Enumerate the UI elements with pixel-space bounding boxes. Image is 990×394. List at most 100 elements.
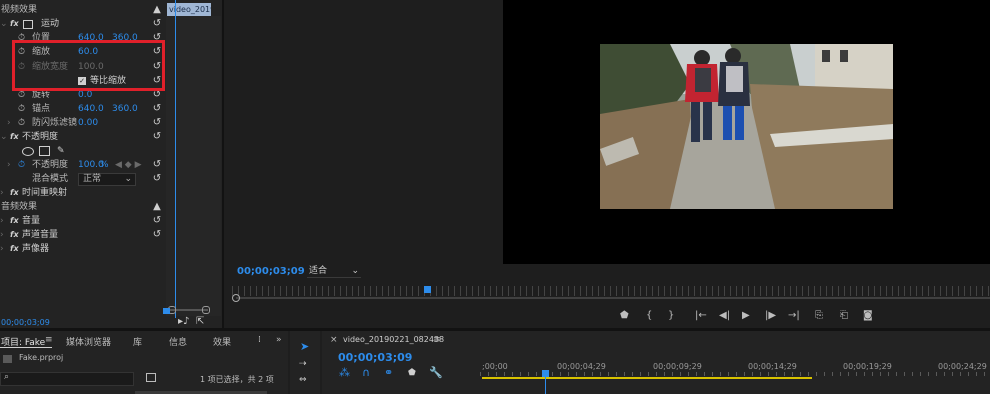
step-forward-icon[interactable]: |▶ bbox=[765, 310, 776, 322]
monitor-ruler[interactable] bbox=[232, 286, 990, 296]
fx-badge-disabled: fx bbox=[10, 188, 19, 197]
rectangle-mask-icon[interactable] bbox=[39, 146, 50, 156]
magnet-icon[interactable]: ∩ bbox=[362, 367, 370, 379]
new-bin-icon[interactable] bbox=[146, 373, 156, 382]
monitor-zoom-handle[interactable] bbox=[232, 294, 240, 302]
step-back-icon[interactable]: ◀| bbox=[719, 310, 730, 322]
anchor-y-value[interactable]: 360.0 bbox=[112, 102, 138, 116]
motion-row[interactable]: ⌄ fx 运动 ↺ bbox=[0, 17, 165, 31]
close-sequence-icon[interactable]: × bbox=[330, 335, 338, 345]
mark-in-icon[interactable]: { bbox=[646, 310, 652, 322]
stopwatch-icon[interactable]: ⏱ bbox=[18, 158, 25, 172]
insert-icon[interactable]: ⎘ bbox=[815, 310, 823, 322]
tab-libraries[interactable]: 库 bbox=[133, 335, 142, 348]
chevron-right-icon[interactable]: › bbox=[7, 116, 11, 130]
more-tabs-icon[interactable]: » bbox=[276, 335, 282, 345]
collapse-icon[interactable]: ▲ bbox=[152, 3, 162, 17]
program-timecode[interactable]: 00;00;03;09 bbox=[237, 266, 305, 277]
antiflicker-label: 防闪烁滤镜 bbox=[32, 118, 78, 128]
camera-icon[interactable]: ◙ bbox=[863, 310, 873, 322]
ec-playhead-marker bbox=[163, 308, 170, 314]
video-effects-header: 视频效果 ▲ bbox=[0, 3, 165, 17]
stopwatch-icon[interactable]: ⏱ bbox=[18, 116, 25, 130]
selection-tool-icon[interactable]: ➤ bbox=[300, 341, 309, 353]
reset-icon[interactable]: ↺ bbox=[152, 116, 162, 130]
time-remap-row[interactable]: › fx 时间重映射 bbox=[0, 186, 165, 200]
chevron-down-icon[interactable]: ⌄ bbox=[0, 17, 8, 31]
monitor-zoom-track[interactable] bbox=[236, 297, 990, 299]
fit-select[interactable]: 适合 ⌄ bbox=[307, 265, 361, 278]
tab-project[interactable]: 项目: Fake bbox=[1, 335, 45, 348]
volume-row[interactable]: › fx 音量 ↺ bbox=[0, 214, 165, 228]
wrench-icon[interactable]: 🔧 bbox=[429, 367, 443, 379]
chevron-down-icon[interactable]: ⌄ bbox=[0, 130, 8, 144]
antiflicker-row[interactable]: › ⏱ 防闪烁滤镜 0.00 ↺ bbox=[0, 116, 165, 130]
mask-tools-row: ✎ bbox=[0, 144, 165, 158]
fx-badge[interactable]: fx bbox=[10, 214, 19, 228]
export-icon[interactable]: ⇱ bbox=[196, 316, 204, 327]
chevron-right-icon[interactable]: › bbox=[7, 158, 11, 172]
track-select-icon[interactable]: ⇢ bbox=[299, 358, 307, 370]
channel-volume-row[interactable]: › fx 声道音量 ↺ bbox=[0, 228, 165, 242]
pen-mask-icon[interactable]: ✎ bbox=[57, 144, 65, 158]
fx-badge[interactable]: fx bbox=[10, 17, 19, 31]
antiflicker-value[interactable]: 0.00 bbox=[78, 116, 98, 130]
chevron-right-icon[interactable]: › bbox=[0, 228, 4, 242]
tab-media-browser[interactable]: 媒体浏览器 bbox=[66, 335, 111, 348]
video-effects-label: 视频效果 bbox=[1, 5, 38, 15]
opacity-effect-label: 不透明度 bbox=[22, 132, 59, 142]
mark-out-icon[interactable]: } bbox=[668, 310, 674, 322]
linked-selection-icon[interactable]: ⚭ bbox=[384, 367, 393, 379]
ec-scroll-right-handle[interactable] bbox=[202, 306, 210, 314]
reset-icon[interactable]: ↺ bbox=[152, 228, 162, 242]
opacity-row[interactable]: › ⏱ 不透明度 100.0 % ◀ ◆ ▶ ↺ bbox=[0, 158, 165, 172]
ec-timecode[interactable]: 00;00;03;09 bbox=[1, 318, 50, 327]
chevron-right-icon[interactable]: › bbox=[0, 214, 4, 228]
keyframe-nav-icon[interactable]: ◀ ◆ ▶ bbox=[115, 158, 142, 172]
channel-volume-label: 声道音量 bbox=[22, 230, 59, 240]
add-marker-icon[interactable]: ⬟ bbox=[408, 367, 416, 379]
chevron-right-icon[interactable]: › bbox=[0, 186, 4, 200]
volume-label: 音量 bbox=[22, 216, 41, 226]
chevron-right-icon[interactable]: › bbox=[0, 242, 4, 256]
fx-badge[interactable]: fx bbox=[10, 130, 19, 144]
sequence-menu-icon[interactable]: ≡ bbox=[433, 335, 441, 345]
reset-icon[interactable]: ↺ bbox=[152, 172, 162, 186]
ripple-edit-icon[interactable]: ⇔ bbox=[299, 374, 307, 386]
project-search-input[interactable]: ⌕ bbox=[0, 372, 134, 386]
monitor-playhead[interactable] bbox=[424, 286, 431, 293]
go-to-in-icon[interactable]: |← bbox=[695, 310, 707, 322]
opacity-effect-row[interactable]: ⌄ fx 不透明度 ↺ bbox=[0, 130, 165, 144]
tab-effects[interactable]: 效果 bbox=[213, 335, 231, 348]
anchor-row[interactable]: ⏱ 锚点 640.0 360.0 ↺ bbox=[0, 102, 165, 116]
ellipse-mask-icon[interactable] bbox=[22, 147, 34, 156]
overwrite-icon[interactable]: ⎗ bbox=[840, 310, 848, 322]
reset-icon[interactable]: ↺ bbox=[152, 158, 162, 172]
snap-icon[interactable]: ⁂ bbox=[339, 367, 350, 379]
tab-menu-icon[interactable]: ≡ bbox=[45, 335, 53, 345]
reset-icon[interactable]: ↺ bbox=[152, 214, 162, 228]
panner-row[interactable]: › fx 声像器 bbox=[0, 242, 165, 256]
reset-icon[interactable]: ↺ bbox=[152, 102, 162, 116]
add-marker-icon[interactable]: ⬟ bbox=[620, 310, 629, 322]
tab-info[interactable]: 信息 bbox=[169, 335, 187, 348]
reset-icon[interactable]: ↺ bbox=[152, 17, 162, 31]
go-to-out-icon[interactable]: →| bbox=[788, 310, 800, 322]
blend-mode-row[interactable]: 混合模式 正常 ⌄ ↺ bbox=[0, 172, 165, 186]
time-remap-label: 时间重映射 bbox=[22, 188, 68, 198]
anchor-x-value[interactable]: 640.0 bbox=[78, 102, 104, 116]
reset-icon[interactable]: ↺ bbox=[152, 130, 162, 144]
blend-mode-select[interactable]: 正常 ⌄ bbox=[78, 173, 136, 186]
timeline-ruler-ticks[interactable] bbox=[480, 372, 990, 376]
collapse-icon[interactable]: ▲ bbox=[152, 200, 162, 214]
sequence-timecode[interactable]: 00;00;03;09 bbox=[338, 351, 412, 364]
clip-tab[interactable]: video_2019 bbox=[167, 3, 211, 16]
fx-badge[interactable]: fx bbox=[10, 228, 19, 242]
play-audio-icon[interactable]: ▸♪ bbox=[178, 316, 189, 327]
motion-transform-icon[interactable] bbox=[23, 20, 33, 29]
timeline-playhead[interactable] bbox=[542, 370, 549, 377]
play-icon[interactable]: ▶ bbox=[742, 310, 750, 322]
sequence-name[interactable]: video_20190221_082438 bbox=[343, 335, 444, 344]
stopwatch-icon[interactable]: ⏱ bbox=[18, 102, 25, 116]
work-area-bar[interactable] bbox=[482, 377, 812, 379]
